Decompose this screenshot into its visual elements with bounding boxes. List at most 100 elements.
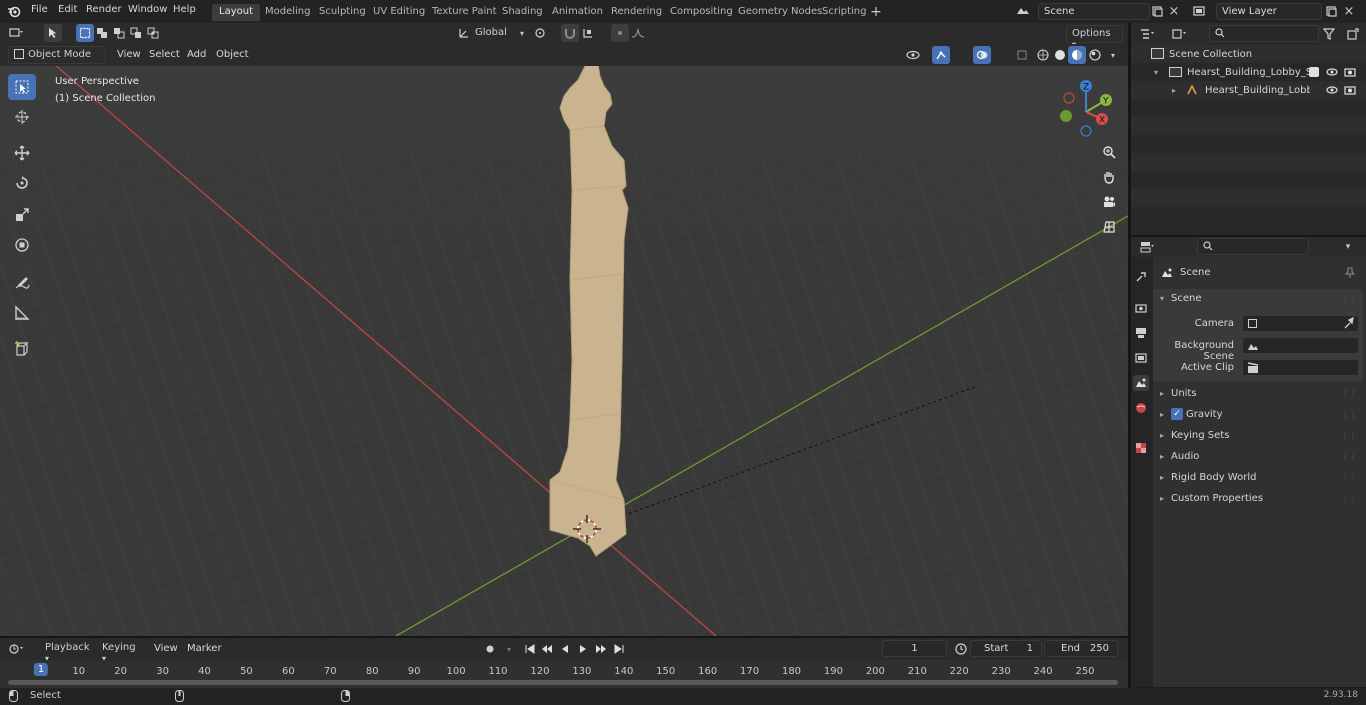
preview-range-icon[interactable] [952, 640, 970, 658]
keying-menu[interactable]: Keying ▾ [97, 640, 147, 663]
scene-name-field[interactable]: Scene [1038, 3, 1150, 20]
delete-view-layer-icon[interactable]: × [1340, 2, 1358, 20]
select-mode-invert-icon[interactable] [127, 24, 145, 42]
camera-field[interactable] [1242, 315, 1359, 332]
measure-tool[interactable] [8, 300, 36, 326]
render-camera-icon[interactable] [1341, 63, 1359, 81]
expand-chevron-icon[interactable]: ▸ [1160, 389, 1164, 398]
expand-chevron-icon[interactable]: ▸ [1160, 431, 1164, 440]
audio-panel-header[interactable]: ▸ Audio ⋮⋮ [1153, 448, 1363, 466]
navigation-gizmo[interactable]: Z Y X [1052, 74, 1122, 144]
options-dropdown[interactable]: Options ▾ [1066, 25, 1123, 49]
timeline-editor-type-icon[interactable] [8, 640, 26, 658]
drag-handle-icon[interactable]: ⋮⋮ [1341, 431, 1357, 440]
playback-menu[interactable]: Playback ▾ [40, 640, 96, 663]
display-mode-icon[interactable] [1171, 25, 1189, 43]
visibility-filter-icon[interactable] [904, 46, 922, 64]
expand-chevron-icon[interactable]: ▸ [1160, 494, 1164, 503]
viewport-menu-object[interactable]: Object [216, 49, 249, 60]
zoom-icon[interactable] [1099, 142, 1119, 162]
viewport-menu-view[interactable]: View [117, 49, 141, 60]
blender-logo-icon[interactable] [5, 2, 23, 20]
expand-chevron-icon[interactable]: ▸ [1160, 473, 1164, 482]
select-mode-intersect-icon[interactable] [144, 24, 162, 42]
snap-toggle-icon[interactable] [561, 24, 579, 42]
overlays-toggle-icon[interactable] [973, 46, 991, 64]
pan-hand-icon[interactable] [1099, 167, 1119, 187]
new-scene-icon[interactable] [1148, 2, 1166, 20]
keying-sets-panel-header[interactable]: ▸ Keying Sets ⋮⋮ [1153, 427, 1363, 445]
timeline-scrollbar[interactable] [8, 680, 1118, 685]
outliner-row-scene-collection[interactable]: Scene Collection [1131, 45, 1366, 63]
tab-compositing[interactable]: Compositing [663, 4, 740, 21]
tab-shading[interactable]: Shading [495, 4, 550, 21]
menu-window[interactable]: Window [128, 4, 167, 15]
snap-target-icon[interactable] [580, 24, 598, 42]
statue-model[interactable] [540, 60, 660, 560]
viewport-menu-add[interactable]: Add [187, 49, 206, 60]
add-cube-tool[interactable] [8, 336, 36, 362]
visibility-eye-icon[interactable] [1323, 63, 1341, 81]
scene-tab-icon[interactable] [1133, 375, 1149, 391]
outliner-row-object[interactable]: ▸ Hearst_Building_Lobby_S [1131, 81, 1366, 99]
outliner-search-input[interactable] [1209, 25, 1319, 42]
world-tab-icon[interactable] [1133, 400, 1149, 416]
expand-chevron-icon[interactable]: ▸ [1172, 86, 1176, 95]
gravity-panel-header[interactable]: ▸ ✓ Gravity ⋮⋮ [1153, 406, 1363, 424]
scale-tool[interactable] [8, 202, 36, 228]
select-mode-subtract-icon[interactable] [110, 24, 128, 42]
new-view-layer-icon[interactable] [1322, 2, 1340, 20]
drag-handle-icon[interactable]: ⋮⋮ [1341, 294, 1357, 303]
tab-sculpting[interactable]: Sculpting [312, 4, 373, 21]
editor-type-icon[interactable] [8, 24, 26, 42]
timeline-menu-marker[interactable]: Marker [187, 643, 222, 654]
scene-selector-icon[interactable] [1014, 2, 1032, 20]
play-icon[interactable] [574, 640, 592, 658]
pivot-point-icon[interactable] [532, 24, 550, 42]
gizmo-toggle-icon[interactable] [932, 46, 950, 64]
play-reverse-icon[interactable] [556, 640, 574, 658]
mode-dropdown[interactable]: Object Mode [8, 46, 106, 64]
current-frame-field[interactable]: 1 [882, 640, 947, 657]
cursor-tool[interactable] [8, 104, 36, 130]
select-mode-new-icon[interactable] [76, 24, 94, 42]
menu-file[interactable]: File [31, 4, 48, 15]
select-tool-icon[interactable] [44, 24, 62, 42]
expand-chevron-icon[interactable]: ▾ [1154, 68, 1158, 77]
xray-toggle-icon[interactable] [1013, 46, 1031, 64]
ortho-grid-icon[interactable] [1099, 217, 1119, 237]
view-layer-icon[interactable] [1190, 2, 1208, 20]
collapse-chevron-icon[interactable]: ▾ [1160, 294, 1164, 303]
rigid-body-world-panel-header[interactable]: ▸ Rigid Body World ⋮⋮ [1153, 469, 1363, 487]
viewport-menu-select[interactable]: Select [149, 49, 180, 60]
delete-scene-icon[interactable]: × [1165, 2, 1183, 20]
tab-rendering[interactable]: Rendering [604, 4, 669, 21]
wireframe-shading-icon[interactable] [1034, 46, 1052, 64]
active-clip-field[interactable] [1242, 359, 1359, 376]
menu-render[interactable]: Render [86, 4, 122, 15]
material-preview-icon[interactable] [1068, 46, 1086, 64]
properties-search-input[interactable] [1197, 238, 1309, 255]
expand-chevron-icon[interactable]: ▸ [1160, 410, 1164, 419]
output-tab-icon[interactable] [1133, 325, 1149, 341]
background-scene-field[interactable] [1242, 337, 1359, 354]
outliner-editor-type-icon[interactable] [1139, 25, 1157, 43]
keying-chevron-icon[interactable]: ▾ [500, 640, 518, 658]
drag-handle-icon[interactable]: ⋮⋮ [1341, 494, 1357, 503]
tab-uv-editing[interactable]: UV Editing [366, 4, 432, 21]
drag-handle-icon[interactable]: ⋮⋮ [1341, 389, 1357, 398]
shading-options-chevron-icon[interactable]: ▾ [1104, 46, 1122, 64]
tab-layout[interactable]: Layout [212, 4, 260, 21]
camera-view-icon[interactable] [1099, 192, 1119, 212]
select-mode-extend-icon[interactable] [93, 24, 111, 42]
outliner-row-collection[interactable]: ▾ Hearst_Building_Lobby_Statu [1131, 63, 1366, 81]
jump-end-icon[interactable] [610, 640, 628, 658]
transform-tool[interactable] [8, 232, 36, 258]
texture-tab-icon[interactable] [1133, 440, 1149, 456]
tab-modeling[interactable]: Modeling [258, 4, 318, 21]
new-collection-icon[interactable] [1344, 25, 1362, 43]
properties-editor-type-icon[interactable] [1139, 238, 1157, 256]
eyedropper-icon[interactable] [1344, 316, 1354, 332]
area-divider[interactable] [1131, 235, 1366, 237]
gravity-checkbox[interactable]: ✓ [1171, 408, 1183, 420]
